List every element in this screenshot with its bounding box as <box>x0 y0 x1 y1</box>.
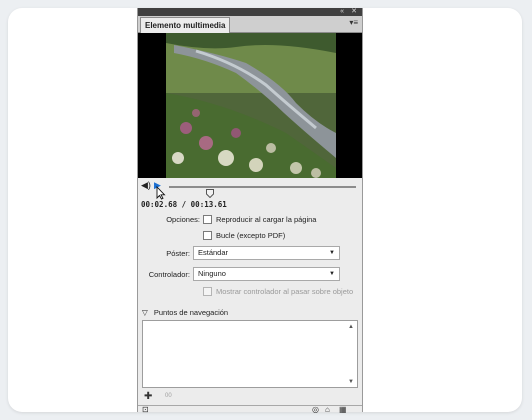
scroll-up-icon[interactable]: ▲ <box>348 324 354 330</box>
add-nav-point-icon[interactable]: ✚ <box>144 391 152 402</box>
play-on-load-checkbox[interactable] <box>203 215 212 224</box>
options-label: Opciones: <box>166 215 200 224</box>
panel-menu-icon[interactable]: ▾≡ <box>349 18 358 27</box>
loop-label: Bucle (excepto PDF) <box>216 231 286 240</box>
tab-media[interactable]: Elemento multimedia <box>140 17 231 33</box>
poster-select[interactable]: Estándar ▼ <box>193 246 340 260</box>
play-on-load-label: Reproducir al cargar la página <box>216 215 317 224</box>
collapse-icon[interactable]: « <box>340 7 344 16</box>
show-controller-on-hover-label: Mostrar controlador al pasar sobre objet… <box>216 287 354 296</box>
panel-tab-row: Elemento multimedia ▾≡ <box>138 16 362 33</box>
show-controller-on-hover-checkbox[interactable] <box>203 287 212 296</box>
chevron-down-icon: ▼ <box>329 250 335 256</box>
nav-points-header[interactable]: ▽ Puntos de navegación <box>142 308 228 317</box>
media-panel: « ✕ Elemento multimedia ▾≡ ◀) ▶ 00:02.68… <box>137 8 363 414</box>
poster-label: Póster: <box>166 249 190 258</box>
scroll-down-icon[interactable]: ▼ <box>348 379 354 385</box>
scrub-thumb[interactable] <box>206 189 214 198</box>
loop-checkbox[interactable] <box>203 231 212 240</box>
film-icon[interactable]: ⊡ <box>142 406 149 414</box>
trash-icon[interactable]: ⌂ <box>325 406 330 414</box>
disclosure-triangle-icon[interactable]: ▽ <box>142 308 148 317</box>
volume-icon[interactable]: ◀) <box>141 180 151 191</box>
panel-topbar: « ✕ <box>138 8 362 16</box>
add-nav-point-time: 00 <box>165 393 172 399</box>
chevron-down-icon: ▼ <box>329 271 335 277</box>
playback-controls: ◀) ▶ <box>138 178 362 200</box>
timecode: 00:02.68 / 00:13.61 <box>141 200 227 209</box>
controller-select[interactable]: Ninguno ▼ <box>193 267 340 281</box>
media-menu-icon[interactable]: ▦ <box>339 406 347 414</box>
landscape-image <box>166 33 336 178</box>
panel-bottom-bar: ⊡ ◎ ⌂ ▦ <box>138 405 362 414</box>
close-icon[interactable]: ✕ <box>351 7 357 16</box>
url-icon[interactable]: ◎ <box>312 406 319 414</box>
controller-select-value: Ninguno <box>198 269 226 278</box>
controller-label: Controlador: <box>148 270 190 279</box>
poster-select-value: Estándar <box>198 248 229 257</box>
scrub-track[interactable] <box>169 186 356 198</box>
mouse-cursor-icon <box>156 186 166 200</box>
nav-points-title: Puntos de navegación <box>153 308 229 317</box>
video-preview <box>138 33 362 178</box>
nav-points-list[interactable]: ▲ ▼ <box>142 320 358 388</box>
